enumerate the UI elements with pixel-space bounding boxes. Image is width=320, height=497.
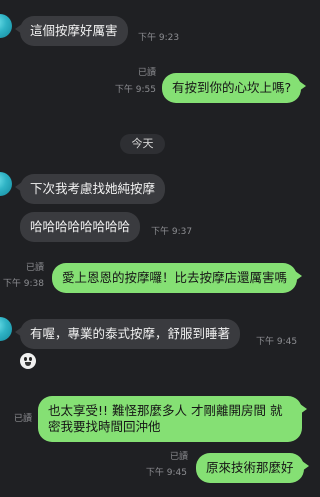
incoming-message[interactable]: 有喔，專業的泰式按摩，舒服到睡著 — [14, 319, 241, 349]
incoming-message[interactable]: 下次我考慮找她純按摩 — [14, 174, 166, 204]
incoming-message[interactable]: 這個按摩好厲害 — [15, 16, 128, 46]
read-receipt: 已讀 — [137, 68, 156, 78]
message-time: 下午 9:45 — [145, 468, 187, 478]
outgoing-message[interactable]: 也太享受!! 難怪那麼多人 才剛離開房間 就密我要找時間回沖他 — [38, 396, 307, 442]
message-time: 下午 9:45 — [256, 337, 298, 347]
message-time: 下午 9:38 — [2, 279, 44, 289]
contact-avatar-icon[interactable] — [0, 172, 12, 196]
date-divider: 今天 — [120, 134, 165, 154]
emoji-eye — [24, 357, 27, 361]
message-time: 下午 9:23 — [138, 33, 180, 43]
message-time: 下午 9:37 — [151, 227, 193, 237]
outgoing-message[interactable]: 有按到你的心坎上嗎? — [162, 73, 307, 103]
read-receipt: 已讀 — [25, 263, 44, 273]
outgoing-message[interactable]: 愛上恩恩的按摩囉！比去按摩店還厲害嗎 — [52, 263, 303, 293]
outgoing-message[interactable]: 原來技術那麼好 — [196, 453, 309, 483]
contact-avatar-icon[interactable] — [0, 14, 12, 38]
chat-area: 這個按摩好厲害 下午 9:23 已讀 下午 9:55 有按到你的心坎上嗎? 今天… — [0, 0, 319, 497]
message-time: 下午 9:55 — [114, 85, 156, 95]
read-receipt: 已讀 — [169, 452, 188, 462]
emoji-eye — [29, 357, 32, 361]
contact-avatar-icon[interactable] — [0, 317, 12, 341]
emoji-mouth — [25, 362, 31, 366]
incoming-message[interactable]: 哈哈哈哈哈哈哈哈 — [20, 212, 141, 242]
sticker-emoji-icon[interactable] — [20, 353, 36, 369]
read-receipt: 已讀 — [13, 414, 32, 424]
